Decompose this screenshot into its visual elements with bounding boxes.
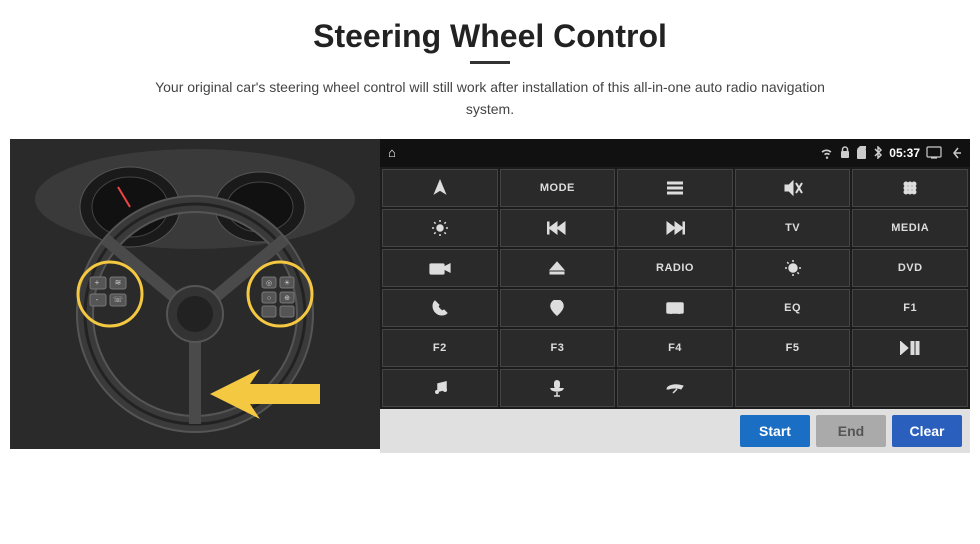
start-button[interactable]: Start bbox=[740, 415, 810, 447]
end-button[interactable]: End bbox=[816, 415, 886, 447]
btn-settings[interactable] bbox=[382, 209, 498, 247]
btn-rect[interactable] bbox=[617, 289, 733, 327]
btn-mode[interactable]: MODE bbox=[500, 169, 616, 207]
btn-navi2[interactable] bbox=[500, 289, 616, 327]
btn-prev[interactable] bbox=[500, 209, 616, 247]
btn-hangup[interactable] bbox=[617, 369, 733, 407]
head-unit: ⌂ bbox=[380, 139, 970, 453]
title-divider bbox=[470, 61, 510, 64]
wifi-icon bbox=[820, 147, 834, 159]
btn-tv[interactable]: TV bbox=[735, 209, 851, 247]
steering-wheel-image: + ≋ - ☏ ◎ ☀ ○ ⊕ bbox=[10, 139, 380, 449]
btn-eq[interactable]: EQ bbox=[735, 289, 851, 327]
button-grid: MODE bbox=[380, 167, 970, 409]
btn-apps[interactable] bbox=[852, 169, 968, 207]
action-bar: Start End Clear bbox=[380, 409, 970, 453]
back-icon[interactable] bbox=[948, 146, 962, 160]
screen-icon bbox=[926, 146, 942, 159]
page-wrapper: Steering Wheel Control Your original car… bbox=[0, 0, 980, 544]
status-bar: ⌂ bbox=[380, 139, 970, 167]
btn-mic[interactable] bbox=[500, 369, 616, 407]
btn-360cam[interactable]: 360 bbox=[382, 249, 498, 287]
btn-list[interactable] bbox=[617, 169, 733, 207]
clear-button[interactable]: Clear bbox=[892, 415, 962, 447]
status-time: 05:37 bbox=[889, 146, 920, 160]
btn-brightness[interactable] bbox=[735, 249, 851, 287]
svg-text:☀: ☀ bbox=[284, 279, 290, 287]
svg-text:☏: ☏ bbox=[113, 295, 123, 304]
btn-radio[interactable]: RADIO bbox=[617, 249, 733, 287]
svg-text:+: + bbox=[95, 278, 100, 287]
lock-icon bbox=[840, 146, 850, 159]
btn-phone[interactable] bbox=[382, 289, 498, 327]
btn-f2[interactable]: F2 bbox=[382, 329, 498, 367]
svg-text:○: ○ bbox=[267, 295, 271, 302]
btn-eject[interactable] bbox=[500, 249, 616, 287]
btn-nav[interactable] bbox=[382, 169, 498, 207]
bluetooth-icon bbox=[873, 146, 883, 159]
btn-empty1 bbox=[735, 369, 851, 407]
btn-empty2 bbox=[852, 369, 968, 407]
btn-f3[interactable]: F3 bbox=[500, 329, 616, 367]
svg-text:⊕: ⊕ bbox=[284, 295, 290, 302]
btn-f5[interactable]: F5 bbox=[735, 329, 851, 367]
btn-mute[interactable] bbox=[735, 169, 851, 207]
status-left: ⌂ bbox=[388, 145, 396, 160]
btn-media[interactable]: MEDIA bbox=[852, 209, 968, 247]
svg-text:≋: ≋ bbox=[115, 278, 122, 287]
btn-next[interactable] bbox=[617, 209, 733, 247]
svg-text:◎: ◎ bbox=[266, 280, 272, 287]
btn-music[interactable] bbox=[382, 369, 498, 407]
home-icon[interactable]: ⌂ bbox=[388, 145, 396, 160]
page-title: Steering Wheel Control bbox=[313, 18, 667, 55]
svg-text:-: - bbox=[96, 295, 99, 304]
btn-playpause[interactable] bbox=[852, 329, 968, 367]
btn-dvd[interactable]: DVD bbox=[852, 249, 968, 287]
btn-f4[interactable]: F4 bbox=[617, 329, 733, 367]
page-subtitle: Your original car's steering wheel contr… bbox=[140, 76, 840, 121]
btn-f1[interactable]: F1 bbox=[852, 289, 968, 327]
svg-text:360: 360 bbox=[432, 267, 442, 273]
sd-icon bbox=[856, 146, 867, 159]
status-right: 05:37 bbox=[820, 146, 962, 160]
content-row: + ≋ - ☏ ◎ ☀ ○ ⊕ bbox=[10, 139, 970, 453]
